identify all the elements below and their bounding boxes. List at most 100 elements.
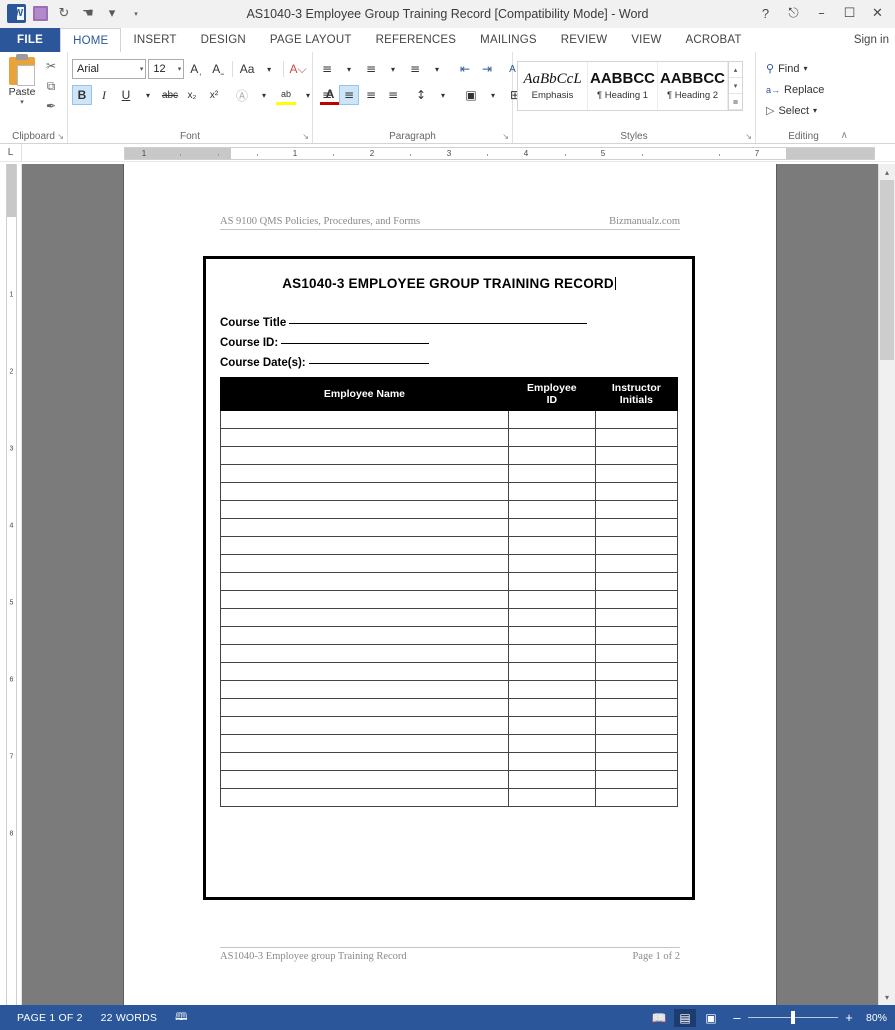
table-row[interactable] xyxy=(220,734,679,754)
cell-employee-id[interactable] xyxy=(507,464,596,484)
cell-employee-id[interactable] xyxy=(507,410,596,430)
subscript-button[interactable]: x₂ xyxy=(182,85,202,105)
tab-references[interactable]: REFERENCES xyxy=(364,28,469,52)
table-row[interactable] xyxy=(220,518,679,538)
bullets-dropdown-icon[interactable]: ▾ xyxy=(339,59,359,79)
styles-gallery[interactable]: AaBbCcL Emphasis AABBCC ¶ Heading 1 AABB… xyxy=(517,61,743,111)
increase-indent-icon[interactable]: ⇥ xyxy=(477,59,497,79)
numbering-icon[interactable]: ≡ xyxy=(361,59,381,79)
document-page[interactable]: AS 9100 QMS Policies, Procedures, and Fo… xyxy=(124,164,776,1005)
numbering-dropdown-icon[interactable]: ▾ xyxy=(383,59,403,79)
touch-mode-icon[interactable]: ▾ xyxy=(101,3,123,25)
page-header[interactable]: AS 9100 QMS Policies, Procedures, and Fo… xyxy=(220,216,680,230)
style-item-heading-2[interactable]: AABBCC ¶ Heading 2 xyxy=(658,62,728,110)
table-row[interactable] xyxy=(220,482,679,502)
cell-instructor-initials[interactable] xyxy=(594,626,679,646)
sign-in-button[interactable]: Sign in xyxy=(854,28,895,52)
cell-instructor-initials[interactable] xyxy=(594,428,679,448)
quick-access-toolbar[interactable]: W ↻ ☚ ▾ ▾ xyxy=(0,3,147,25)
copy-icon[interactable]: ⧉ xyxy=(42,78,60,94)
cell-employee-id[interactable] xyxy=(507,626,596,646)
cell-instructor-initials[interactable] xyxy=(594,464,679,484)
cell-employee-id[interactable] xyxy=(507,734,596,754)
web-layout-icon[interactable]: ▣ xyxy=(700,1009,722,1027)
cell-employee-id[interactable] xyxy=(507,788,596,808)
align-left-icon[interactable]: ≡ xyxy=(317,85,337,105)
ribbon-tab-bar[interactable]: FILE HOME INSERT DESIGN PAGE LAYOUT REFE… xyxy=(0,28,895,52)
paste-button[interactable]: Paste ▾ xyxy=(4,54,40,129)
table-row[interactable] xyxy=(220,770,679,790)
field-blank-line[interactable] xyxy=(289,313,588,324)
find-dropdown-icon[interactable]: ▾ xyxy=(803,64,807,73)
table-row[interactable] xyxy=(220,644,679,664)
cell-instructor-initials[interactable] xyxy=(594,572,679,592)
cell-instructor-initials[interactable] xyxy=(594,482,679,502)
cell-employee-name[interactable] xyxy=(220,788,509,808)
paste-dropdown-icon[interactable]: ▾ xyxy=(20,98,24,106)
table-row[interactable] xyxy=(220,752,679,772)
cell-employee-name[interactable] xyxy=(220,554,509,574)
field-course-id[interactable]: Course ID: xyxy=(220,333,678,349)
shading-dropdown-icon[interactable]: ▾ xyxy=(483,85,503,105)
cell-instructor-initials[interactable] xyxy=(594,500,679,520)
cut-icon[interactable]: ✂ xyxy=(42,58,60,74)
cell-employee-id[interactable] xyxy=(507,518,596,538)
field-course-dates[interactable]: Course Date(s): xyxy=(220,353,678,369)
cell-instructor-initials[interactable] xyxy=(594,788,679,808)
clear-formatting-icon[interactable]: A⌵ xyxy=(288,59,308,79)
grow-font-icon[interactable]: Aˌ xyxy=(186,59,206,79)
table-row[interactable] xyxy=(220,662,679,682)
cell-employee-name[interactable] xyxy=(220,770,509,790)
select-dropdown-icon[interactable]: ▾ xyxy=(813,106,817,115)
tab-page-layout[interactable]: PAGE LAYOUT xyxy=(258,28,364,52)
cell-employee-name[interactable] xyxy=(220,662,509,682)
page-footer[interactable]: AS1040-3 Employee group Training Record … xyxy=(220,947,680,962)
page-indicator[interactable]: PAGE 1 OF 2 xyxy=(8,1012,92,1024)
cell-employee-id[interactable] xyxy=(507,698,596,718)
cell-instructor-initials[interactable] xyxy=(594,662,679,682)
vertical-scrollbar[interactable]: ▴ ▾ xyxy=(878,164,895,1005)
underline-button[interactable]: U xyxy=(116,85,136,105)
cell-instructor-initials[interactable] xyxy=(594,590,679,610)
close-icon[interactable]: ✕ xyxy=(864,3,891,25)
tab-design[interactable]: DESIGN xyxy=(189,28,258,52)
line-spacing-dropdown-icon[interactable]: ▾ xyxy=(433,85,453,105)
tab-home[interactable]: HOME xyxy=(60,28,122,52)
training-record-table[interactable]: Employee Name Employee ID Instructor Initi… xyxy=(220,376,679,808)
cell-employee-name[interactable] xyxy=(220,428,509,448)
tab-view[interactable]: VIEW xyxy=(619,28,673,52)
word-app-icon[interactable]: W xyxy=(5,3,27,25)
tab-insert[interactable]: INSERT xyxy=(121,28,188,52)
clipboard-dialog-launcher[interactable]: ↘ xyxy=(57,132,64,141)
word-count[interactable]: 22 WORDS xyxy=(92,1012,166,1024)
maximize-icon[interactable]: ☐ xyxy=(836,3,863,25)
cell-employee-name[interactable] xyxy=(220,500,509,520)
table-row[interactable] xyxy=(220,572,679,592)
tab-review[interactable]: REVIEW xyxy=(549,28,620,52)
cell-instructor-initials[interactable] xyxy=(594,644,679,664)
tab-acrobat[interactable]: ACROBAT xyxy=(674,28,754,52)
read-mode-icon[interactable]: 📖 xyxy=(648,1009,670,1027)
cell-employee-name[interactable] xyxy=(220,680,509,700)
save-icon[interactable] xyxy=(29,3,51,25)
text-effects-icon[interactable]: Ⓐ xyxy=(232,85,252,105)
field-blank-line[interactable] xyxy=(308,353,429,364)
font-dialog-launcher[interactable]: ↘ xyxy=(302,132,309,141)
cell-employee-name[interactable] xyxy=(220,698,509,718)
form-border-box[interactable]: AS1040-3 EMPLOYEE GROUP TRAINING RECORD … xyxy=(203,256,695,900)
table-row[interactable] xyxy=(220,428,679,448)
styles-scroll-up-icon[interactable]: ▴ xyxy=(729,62,742,78)
cell-instructor-initials[interactable] xyxy=(594,698,679,718)
replace-button[interactable]: a→ Replace xyxy=(766,80,847,99)
document-scroll-area[interactable]: AS 9100 QMS Policies, Procedures, and Fo… xyxy=(22,164,895,1005)
justify-icon[interactable]: ≡ xyxy=(383,85,403,105)
multilevel-list-icon[interactable]: ≡ xyxy=(405,59,425,79)
cell-employee-id[interactable] xyxy=(507,590,596,610)
select-button[interactable]: ▷ Select ▾ xyxy=(766,101,847,120)
field-blank-line[interactable] xyxy=(281,333,430,344)
cell-employee-name[interactable] xyxy=(220,446,509,466)
zoom-slider[interactable] xyxy=(747,1011,838,1024)
change-case-dropdown-icon[interactable]: ▾ xyxy=(259,59,279,79)
italic-button[interactable]: I xyxy=(94,85,114,105)
cell-employee-id[interactable] xyxy=(507,536,596,556)
